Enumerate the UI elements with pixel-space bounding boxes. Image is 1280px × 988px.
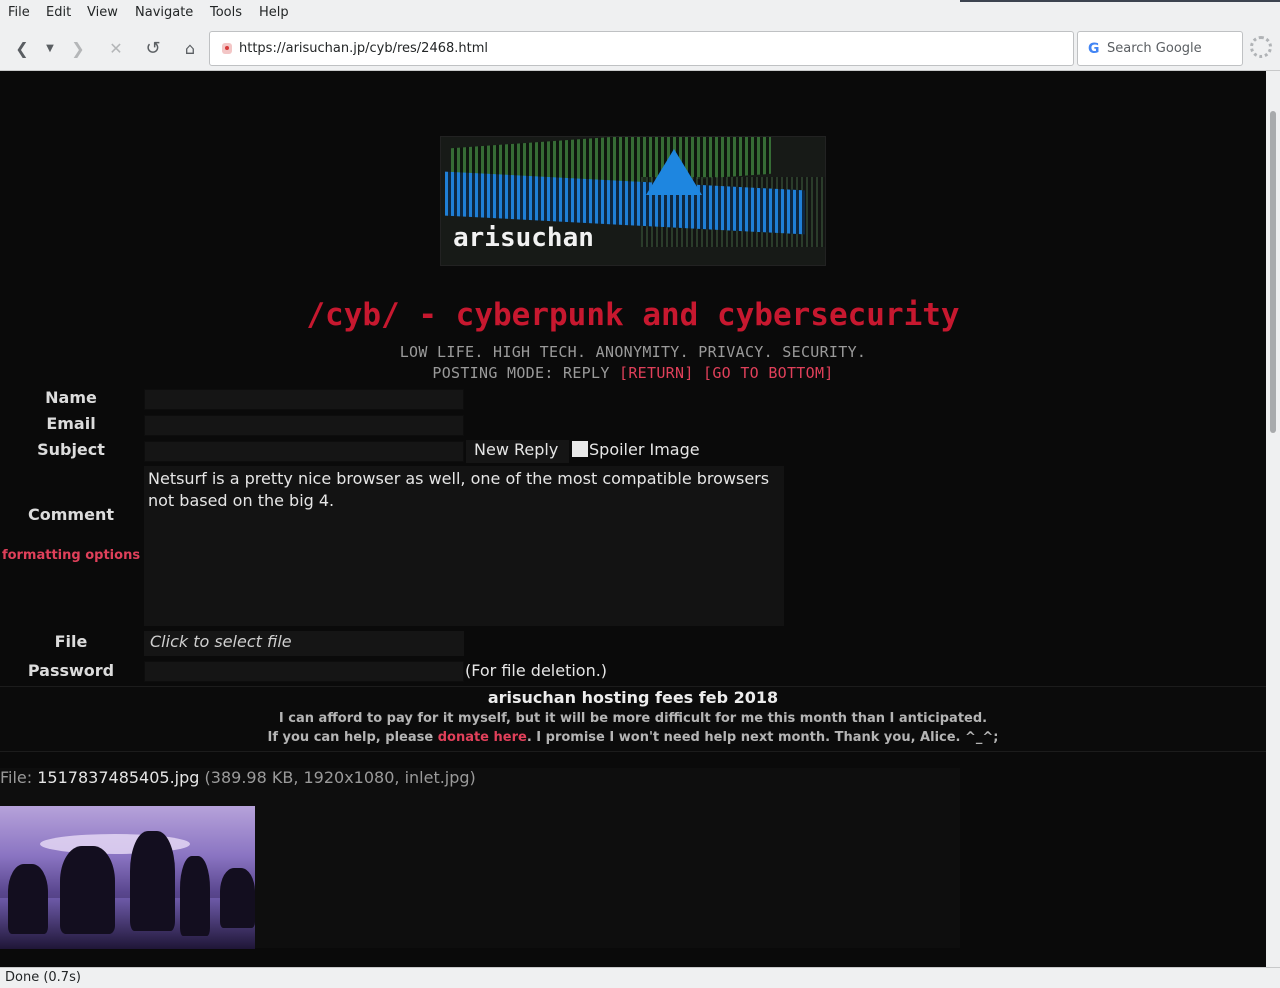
stop-icon[interactable]: ✕: [102, 34, 130, 62]
comment-label: Comment: [28, 505, 114, 524]
return-link[interactable]: [RETURN]: [619, 364, 694, 382]
status-bar: Done (0.7s): [0, 967, 1280, 988]
thumbnail-tree: [180, 856, 210, 936]
spoiler-checkbox[interactable]: [572, 441, 588, 457]
announcement-line-2: If you can help, please donate here. I p…: [0, 730, 1266, 745]
go-to-bottom-link[interactable]: [GO TO BOTTOM]: [703, 364, 834, 382]
page-content: arisuchan /cyb/ - cyberpunk and cybersec…: [0, 71, 1266, 967]
banner-logo-text: arisuchan: [453, 223, 594, 253]
menu-navigate[interactable]: Navigate: [135, 5, 193, 20]
email-label: Email: [46, 414, 96, 433]
file-prefix: File:: [0, 768, 38, 787]
address-bar[interactable]: https://arisuchan.jp/cyb/res/2468.html: [209, 31, 1074, 66]
subject-input[interactable]: [144, 441, 464, 462]
reload-icon[interactable]: ↺: [139, 34, 167, 62]
back-icon[interactable]: ❮: [8, 34, 36, 62]
address-url: https://arisuchan.jp/cyb/res/2468.html: [239, 41, 489, 56]
thumbnail-tree: [8, 864, 48, 934]
navigation-toolbar: ❮ ▼ ❯ ✕ ↺ ⌂ https://arisuchan.jp/cyb/res…: [0, 26, 1280, 71]
post-file-info: File: 1517837485405.jpg (389.98 KB, 1920…: [0, 768, 476, 787]
posting-mode-line: POSTING MODE: REPLY [RETURN] [GO TO BOTT…: [0, 364, 1266, 382]
menu-tools[interactable]: Tools: [210, 5, 242, 20]
status-text: Done (0.7s): [5, 970, 81, 985]
history-dropdown-icon[interactable]: ▼: [36, 34, 64, 62]
home-icon[interactable]: ⌂: [176, 34, 204, 62]
password-label: Password: [27, 661, 115, 680]
thumbnail-tree: [130, 831, 175, 931]
banner-blue-peak: [646, 149, 702, 195]
thumbnail-tree: [60, 846, 115, 934]
post-thumbnail-image[interactable]: [0, 806, 255, 949]
menu-bar: File Edit View Navigate Tools Help: [0, 0, 1280, 26]
search-placeholder: Search Google: [1107, 41, 1202, 56]
window-accent-line: [960, 0, 1280, 2]
menu-view[interactable]: View: [87, 5, 118, 20]
page-scrollbar[interactable]: [1266, 71, 1280, 967]
search-bar[interactable]: G Search Google: [1077, 31, 1243, 66]
announcement-text-after: . I promise I won't need help next month…: [526, 730, 999, 745]
name-input[interactable]: [144, 389, 464, 410]
forward-icon[interactable]: ❯: [64, 34, 92, 62]
formatting-options-link[interactable]: formatting options: [0, 548, 142, 563]
password-note: (For file deletion.): [465, 661, 608, 680]
file-meta: (389.98 KB, 1920x1080, inlet.jpg): [204, 768, 476, 787]
donate-link[interactable]: donate here: [438, 730, 527, 745]
board-title: /cyb/ - cyberpunk and cybersecurity: [306, 297, 960, 333]
file-select-button[interactable]: Click to select file: [144, 631, 464, 656]
file-name-link[interactable]: 1517837485405.jpg: [37, 768, 199, 787]
file-label: File: [54, 632, 88, 651]
announcement-box: arisuchan hosting fees feb 2018 I can af…: [0, 686, 1266, 752]
menu-edit[interactable]: Edit: [46, 5, 71, 20]
site-security-icon: [222, 43, 232, 54]
scrollbar-thumb[interactable]: [1270, 111, 1276, 433]
loading-throbber-icon: [1250, 36, 1272, 58]
comment-textarea[interactable]: Netsurf is a pretty nice browser as well…: [144, 466, 784, 626]
announcement-text-before: If you can help, please: [267, 730, 438, 745]
spoiler-label: Spoiler Image: [589, 440, 700, 459]
menu-help[interactable]: Help: [259, 5, 289, 20]
new-reply-button[interactable]: New Reply: [466, 440, 569, 463]
announcement-line-1: I can afford to pay for it myself, but i…: [278, 711, 988, 726]
email-input[interactable]: [144, 415, 464, 436]
menu-file[interactable]: File: [8, 5, 30, 20]
posting-mode-text: POSTING MODE: REPLY: [432, 364, 610, 382]
name-label: Name: [45, 388, 97, 407]
subject-label: Subject: [37, 440, 105, 459]
site-banner[interactable]: arisuchan: [440, 136, 826, 266]
board-tagline: LOW LIFE. HIGH TECH. ANONYMITY. PRIVACY.…: [399, 343, 867, 361]
password-input[interactable]: [144, 661, 464, 682]
google-icon: G: [1088, 41, 1100, 57]
announcement-title: arisuchan hosting fees feb 2018: [487, 688, 779, 707]
thumbnail-tree: [220, 868, 255, 928]
